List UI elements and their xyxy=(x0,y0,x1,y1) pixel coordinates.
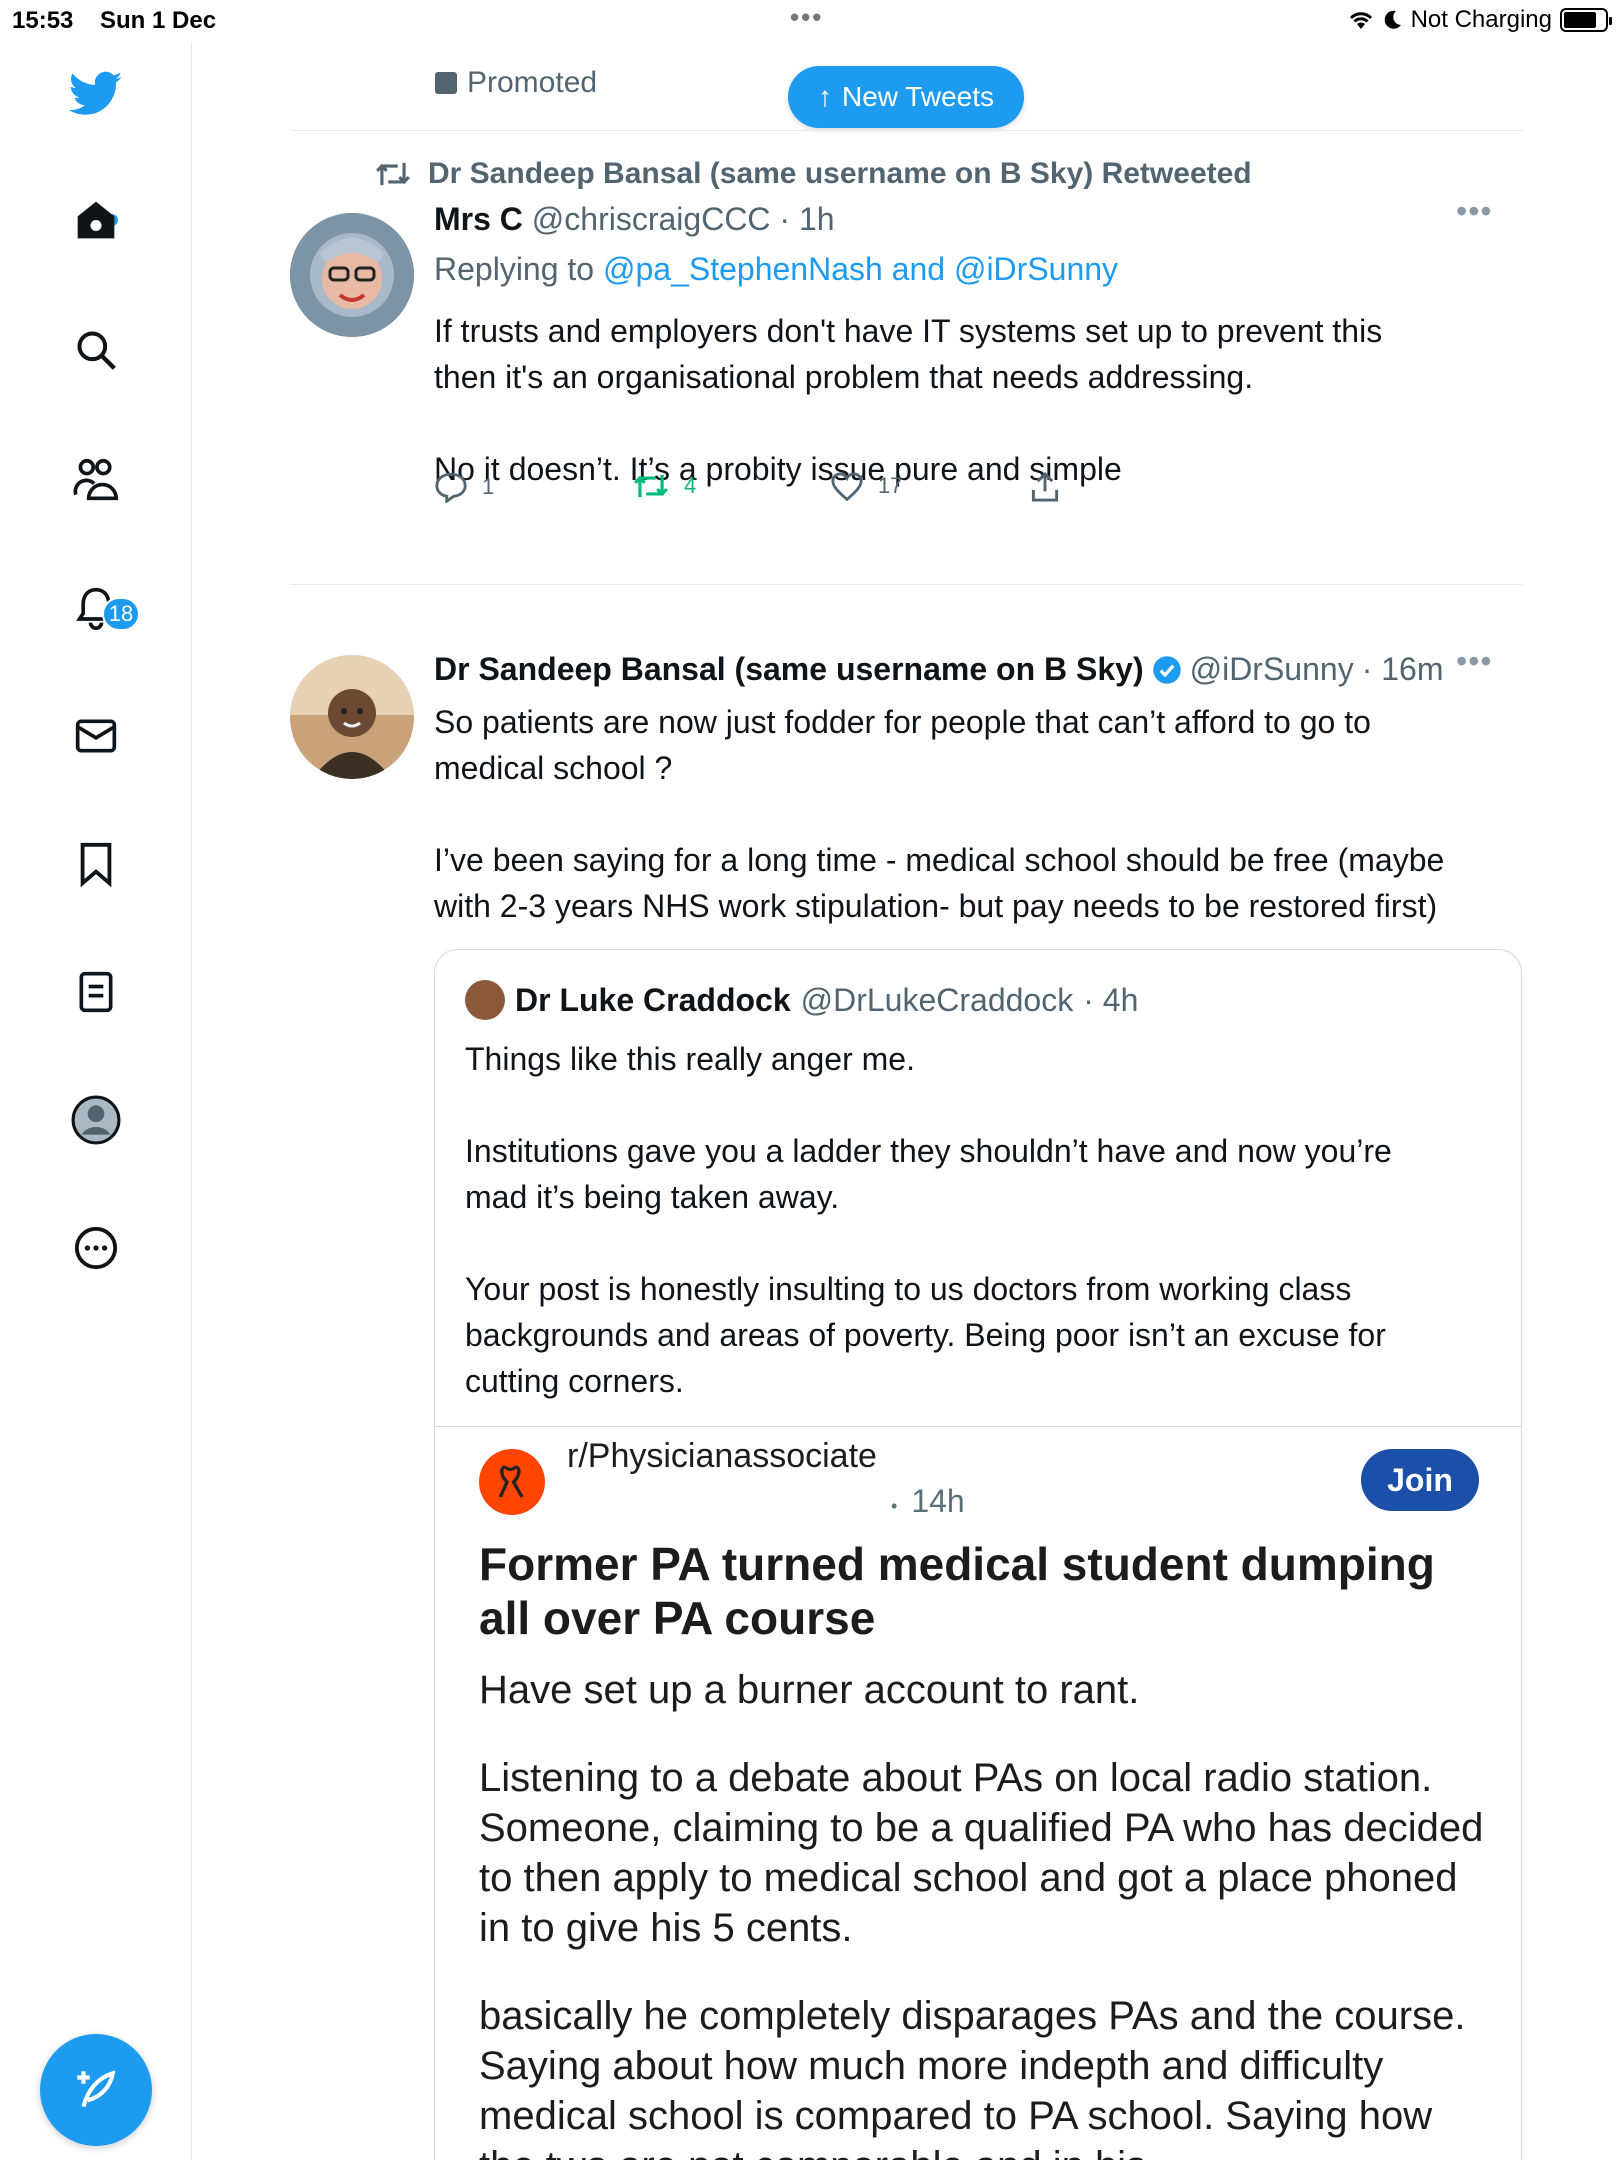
reply-icon xyxy=(435,472,467,503)
share-icon xyxy=(1031,471,1059,502)
retweet-context: Dr Sandeep Bansal (same username on B Sk… xyxy=(374,157,1252,191)
quoted-author-handle: @DrLukeCraddock xyxy=(800,981,1074,1018)
post-age-text: 14h xyxy=(911,1483,965,1519)
sidebar: 18 xyxy=(0,42,192,2160)
tweet-text: So patients are now just fodder for peop… xyxy=(434,699,1522,929)
reddit-screenshot[interactable]: r/Physicianassociate • 14h Join Former PA… xyxy=(435,1426,1521,2160)
promoted-icon xyxy=(435,72,457,94)
wifi-icon xyxy=(1349,12,1372,29)
tweet-time[interactable]: · 16m xyxy=(1362,651,1444,688)
quoted-text-line: mad it’s being taken away. xyxy=(465,1179,840,1215)
new-tweets-label: New Tweets xyxy=(842,81,994,112)
quoted-tweet-header: Dr Luke Craddock @DrLukeCraddock · 4h xyxy=(465,980,1138,1020)
new-tweets-button[interactable]: ↑ New Tweets xyxy=(788,66,1024,128)
quoted-author-name: Dr Luke Craddock xyxy=(515,981,791,1018)
multitasking-dots-icon[interactable]: ••• xyxy=(790,2,823,33)
quoted-text-line: Institutions gave you a ladder they shou… xyxy=(465,1133,1392,1169)
communities-icon[interactable] xyxy=(68,452,124,508)
twitter-logo-icon[interactable] xyxy=(68,66,124,122)
search-icon[interactable] xyxy=(68,322,124,378)
quoted-text-line: cutting corners. xyxy=(465,1363,684,1399)
verified-badge-icon xyxy=(1152,655,1181,684)
promoted-label: Promoted xyxy=(435,66,597,100)
moon-icon xyxy=(1384,10,1401,29)
reply-button[interactable]: 1 xyxy=(434,471,494,503)
tweet-header: Mrs C @chriscraigCCC · 1h xyxy=(434,201,835,238)
reddit-post-title: Former PA turned medical student dumping… xyxy=(479,1538,1435,1644)
reply-count: 1 xyxy=(482,474,495,499)
author-handle[interactable]: @chriscraigCCC xyxy=(532,201,771,237)
messages-icon[interactable] xyxy=(68,708,124,764)
tweet-text-line: medical school ? xyxy=(434,750,673,786)
bookmarks-icon[interactable] xyxy=(68,836,124,892)
tweet-text-line: So patients are now just fodder for peop… xyxy=(434,704,1371,740)
share-button[interactable] xyxy=(1030,471,1060,503)
replying-to-links[interactable]: @pa_StephenNash and @iDrSunny xyxy=(603,251,1118,287)
quoted-tweet[interactable]: Dr Luke Craddock @DrLukeCraddock · 4h Th… xyxy=(434,949,1522,2160)
join-button: Join xyxy=(1361,1449,1479,1511)
tweet-actions: 1 4 17 xyxy=(434,471,1134,511)
author-name[interactable]: Dr Sandeep Bansal (same username on B Sk… xyxy=(434,651,1144,688)
tweet-text-line: I’ve been saying for a long time - medic… xyxy=(434,842,1445,878)
reddit-paragraph: Listening to a debate about PAs on local… xyxy=(479,1756,1484,1950)
promoted-text: Promoted xyxy=(467,66,598,99)
tweet[interactable]: Dr Sandeep Bansal (same username on B Sk… xyxy=(290,585,1522,2160)
status-date: Sun 1 Dec xyxy=(100,7,217,34)
quoted-text-line: backgrounds and areas of poverty. Being … xyxy=(465,1317,1386,1353)
replying-to: Replying to @pa_StephenNash and @iDrSunn… xyxy=(434,251,1118,288)
compose-feather-icon xyxy=(77,2070,116,2108)
status-right: Not Charging xyxy=(1347,6,1612,34)
battery-status: Not Charging xyxy=(1410,6,1552,33)
quoted-text-line: Your post is honestly insulting to us do… xyxy=(465,1271,1352,1307)
reddit-paragraph: Have set up a burner account to rant. xyxy=(479,1668,1140,1712)
quoted-avatar xyxy=(465,980,505,1020)
lists-icon[interactable] xyxy=(68,964,124,1020)
post-age: • 14h xyxy=(891,1483,965,1519)
author-handle[interactable]: @iDrSunny xyxy=(1190,651,1354,688)
author-name[interactable]: Mrs C xyxy=(434,201,523,237)
battery-icon xyxy=(1560,8,1612,32)
subreddit-logo-icon xyxy=(479,1449,545,1515)
tweet-header: Dr Sandeep Bansal (same username on B Sk… xyxy=(434,651,1443,688)
avatar[interactable] xyxy=(290,655,414,779)
reddit-paragraph: basically he completely disparages PAs a… xyxy=(479,1994,1466,2160)
status-bar: 15:53 Sun 1 Dec ••• Not Charging xyxy=(0,0,1620,42)
like-count: 17 xyxy=(878,473,903,498)
reddit-post-body: Have set up a burner account to rant. Li… xyxy=(479,1665,1489,2160)
retweet-count: 4 xyxy=(684,473,697,498)
retweet-context-text[interactable]: Dr Sandeep Bansal (same username on B Sk… xyxy=(428,157,1252,191)
replying-prefix: Replying to xyxy=(434,251,595,287)
quoted-tweet-text: Things like this really anger me. Instit… xyxy=(465,1036,1495,1404)
more-options-icon[interactable] xyxy=(68,1220,124,1276)
compose-tweet-button[interactable] xyxy=(40,2034,152,2146)
tweet[interactable]: Dr Sandeep Bansal (same username on B Sk… xyxy=(290,131,1522,631)
status-time: 15:53 xyxy=(12,7,74,34)
tweet-more-icon[interactable]: ••• xyxy=(1456,643,1493,680)
profile-icon[interactable] xyxy=(68,1092,124,1148)
quoted-tweet-time: · 4h xyxy=(1083,981,1139,1018)
retweet-icon xyxy=(376,162,410,186)
like-button[interactable]: 17 xyxy=(830,471,902,501)
subreddit-name: r/Physicianassociate xyxy=(567,1437,877,1475)
retweet-button[interactable]: 4 xyxy=(632,471,696,501)
tweet-more-icon[interactable]: ••• xyxy=(1456,193,1493,230)
tweet-time[interactable]: · 1h xyxy=(779,201,834,237)
tweet-text-line: then it's an organisational problem that… xyxy=(434,359,1254,395)
home-icon[interactable] xyxy=(68,192,124,248)
avatar[interactable] xyxy=(290,213,414,337)
tweet-text-line: with 2-3 years NHS work stipulation- but… xyxy=(434,888,1438,924)
notifications-badge: 18 xyxy=(102,597,140,631)
heart-icon xyxy=(831,472,863,501)
quoted-text-line: Things like this really anger me. xyxy=(465,1041,915,1077)
arrow-up-icon: ↑ xyxy=(818,81,832,112)
tweet-text-line: If trusts and employers don't have IT sy… xyxy=(434,313,1383,349)
retweet-active-icon xyxy=(634,474,668,498)
tweet-text: If trusts and employers don't have IT sy… xyxy=(434,308,1494,492)
